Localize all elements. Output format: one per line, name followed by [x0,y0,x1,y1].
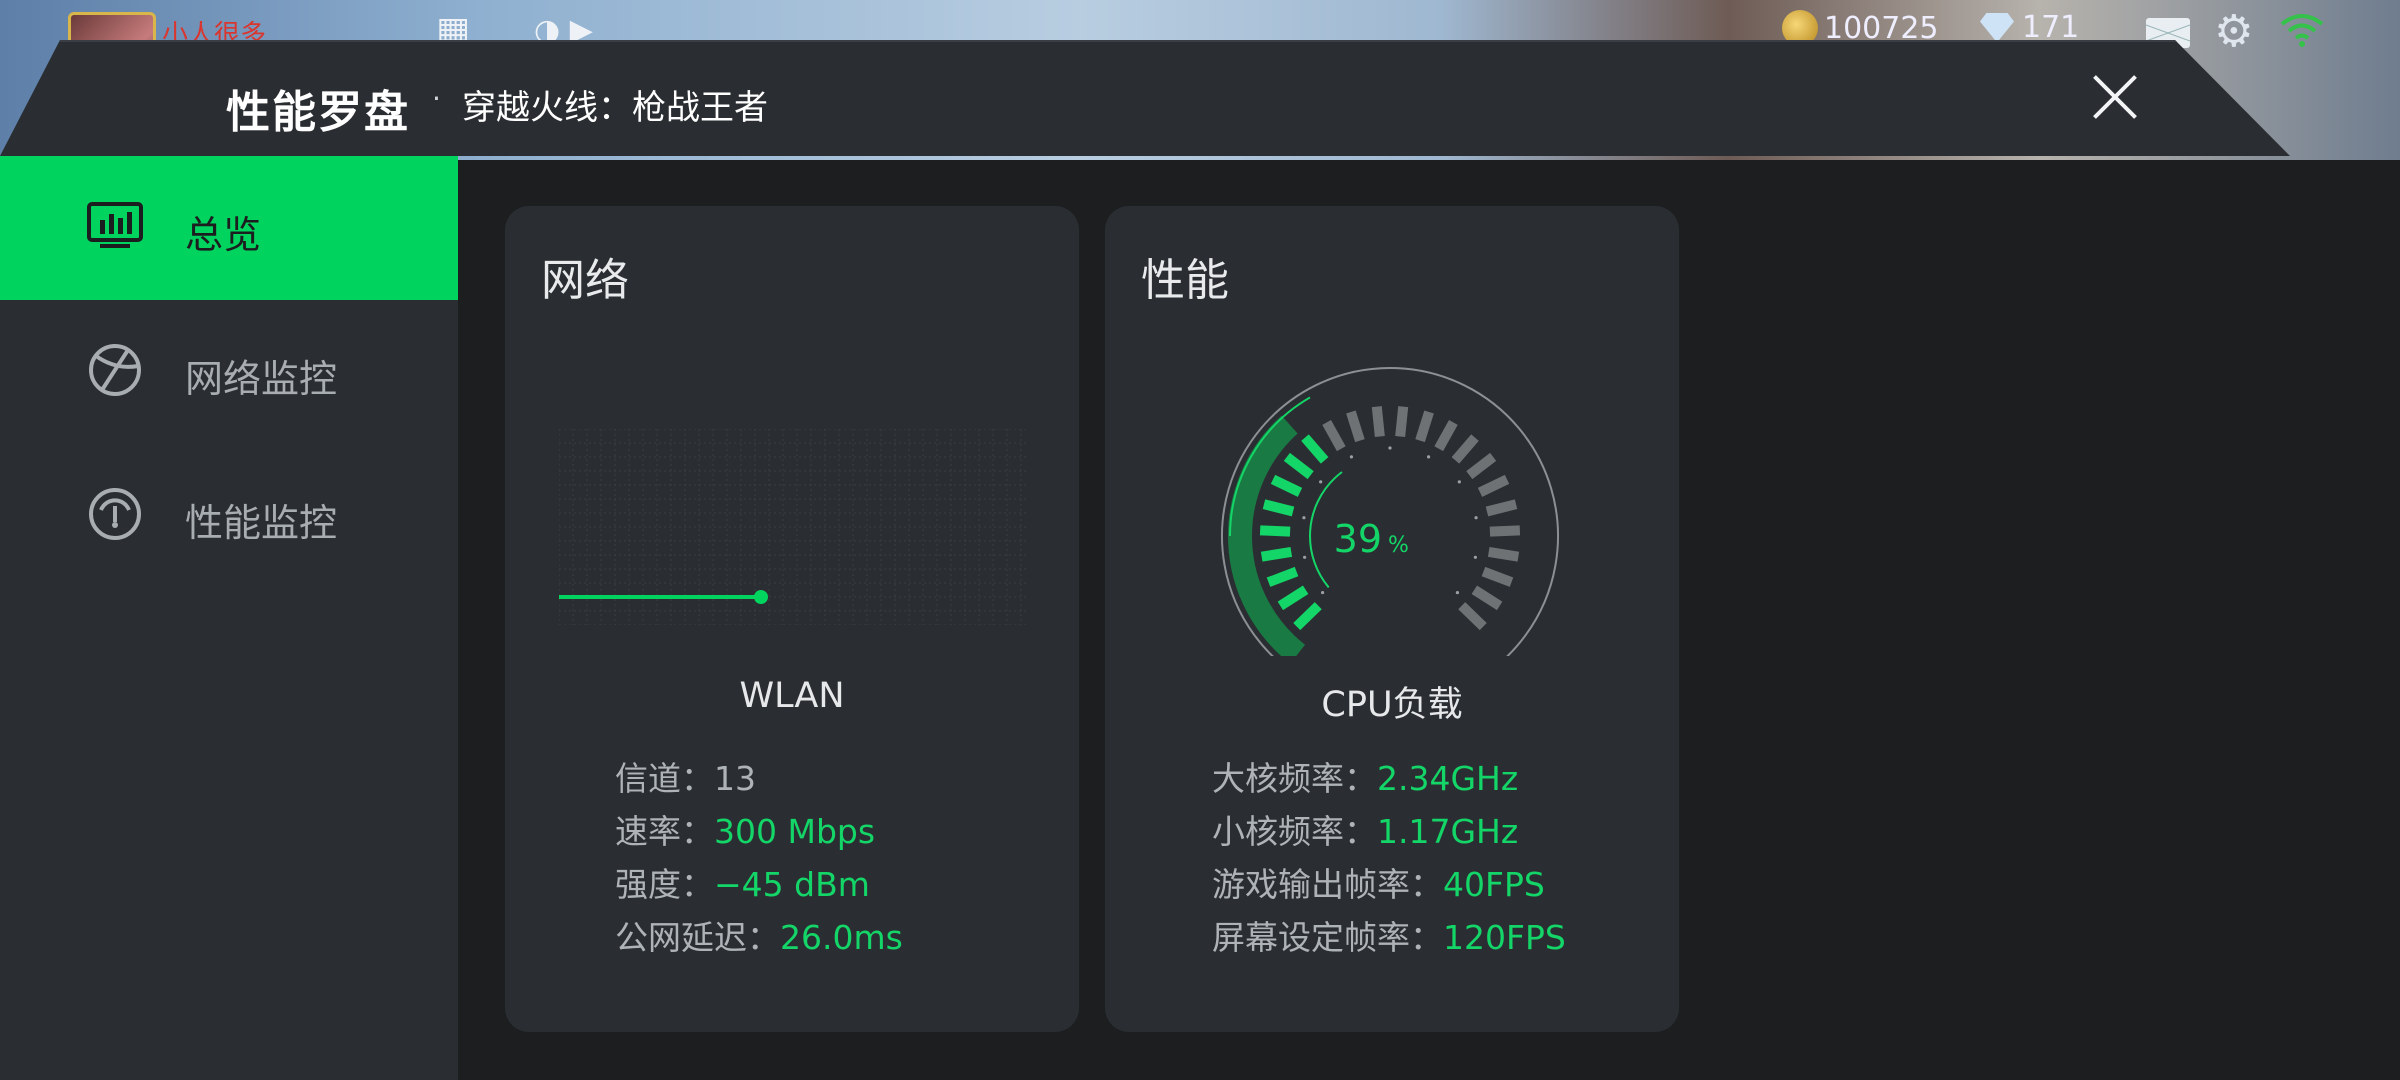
stat-label: 屏幕设定帧率： [1212,918,1443,957]
stat-label: 公网延迟： [615,918,780,957]
cpu-load-gauge: 39% [1221,367,1559,656]
stat-value: −45 dBm [714,865,870,904]
gauge-dot [1426,455,1431,459]
gauge-segments [1259,406,1521,631]
network-globe-icon [89,344,141,396]
gauge-segment-inactive [1415,410,1434,443]
gauge-segment-inactive [1395,406,1409,438]
gems-counter[interactable]: 171 [1980,10,2079,45]
stat-value: 1.17GHz [1377,812,1519,851]
perf-stat-game-fps: 游戏输出帧率：40FPS [1212,858,1566,911]
network-stat-latency: 公网延迟：26.0ms [615,911,903,964]
gauge-segment-inactive [1346,410,1365,443]
gauge-segment-inactive [1485,499,1518,517]
gauge-dot [1388,446,1392,450]
stat-label: 小核频率： [1212,812,1377,851]
stat-label: 游戏输出帧率： [1212,865,1443,904]
gauge-segment-inactive [1451,434,1479,464]
performance-compass-header: 性能罗盘 · 穿越火线：枪战王者 [0,40,2290,156]
sidebar-item-overview[interactable]: 总览 [0,156,458,300]
gauge-segment-active [1259,525,1291,537]
screen: V7 小人很多 LV ▦ ◑ ▶ 100725 171 ⚙ 性能罗盘 · 穿越火 [0,0,2400,1080]
network-stat-strength: 强度：−45 dBm [615,858,903,911]
sidebar-item-network-monitor[interactable]: 网络监控 [0,300,458,444]
wifi-signal-icon [2280,14,2324,47]
gauge-dot [1302,516,1306,520]
perf-stat-screen-fps: 屏幕设定帧率：120FPS [1212,911,1566,964]
cpu-load-label: CPU负载 [1321,685,1463,725]
gauge-segment-active [1283,452,1314,480]
sidebar: 总览 网络监控 性能监控 [0,156,458,1080]
network-card-title: 网络 [541,255,629,306]
gauge-segment-inactive [1477,474,1510,497]
cpu-load-value: 39 [1334,517,1382,561]
gauge-dot [1473,555,1477,559]
gauge-segment-inactive [1481,566,1514,587]
gem-icon [1980,12,2014,43]
gauge-segment-inactive [1487,546,1520,562]
gauge-dot [1474,516,1478,520]
stat-label: 速率： [615,812,714,851]
network-stat-rate: 速率：300 Mbps [615,805,903,858]
performance-card-title: 性能 [1141,255,1229,306]
close-button[interactable] [2086,68,2144,126]
gauge-icon [89,488,141,540]
gauge-dot [1303,555,1307,559]
settings-gear-icon[interactable]: ⚙ [2214,10,2253,54]
game-title: 穿越火线：枪战王者 [462,88,768,128]
perf-stat-little-core: 小核频率：1.17GHz [1212,805,1566,858]
page-title: 性能罗盘 [226,87,410,138]
stat-label: 信道： [615,759,714,798]
gauge-segment-active [1270,474,1303,497]
network-card[interactable]: 网络 WLAN 信道：13 速率：300 Mbps 强度：−45 dBm 公网延… [505,206,1079,1032]
gauge-segment-inactive [1489,525,1521,537]
perf-stat-big-core: 大核频率：2.34GHz [1212,752,1566,805]
stat-value: 120FPS [1443,918,1566,957]
monitor-chart-icon [87,202,143,248]
title-separator: · [432,82,441,115]
gems-value: 171 [2022,10,2080,45]
stat-label: 强度： [615,865,714,904]
gauge-segment-inactive [1471,585,1503,611]
gauge-segment-inactive [1322,420,1346,452]
gauge-segment-inactive [1458,602,1487,631]
gauge-segment-active [1262,499,1295,517]
gauge-dot [1319,480,1323,484]
gauge-dot [1457,480,1461,484]
latency-point [754,590,768,604]
performance-stats: 大核频率：2.34GHz 小核频率：1.17GHz 游戏输出帧率：40FPS 屏… [1212,752,1566,964]
sidebar-item-label: 网络监控 [185,357,338,401]
gauge-dot [1320,590,1325,595]
cpu-load-unit: % [1388,533,1409,558]
gauge-segment-active [1277,585,1309,611]
gauge-dot [1455,590,1460,595]
gauge-segment-active [1260,546,1293,562]
gauge-segment-active [1293,602,1322,631]
gauge-segment-active [1266,566,1299,587]
sidebar-item-label: 性能监控 [185,501,338,545]
gauge-segment-inactive [1434,420,1458,452]
stat-value: 40FPS [1443,865,1545,904]
sidebar-item-performance-monitor[interactable]: 性能监控 [0,444,458,588]
network-line-chart [559,429,1029,625]
stat-value: 2.34GHz [1377,759,1519,798]
network-stat-channel: 信道：13 [615,752,903,805]
network-type-label: WLAN [739,676,845,716]
gauge-dot [1349,455,1354,459]
gauge-segment-inactive [1466,452,1497,480]
performance-card[interactable]: 性能 39% CPU负载 大核频率：2.34GHz 小核频率：1.17GHz 游… [1105,206,1679,1032]
stat-value: 26.0ms [780,918,903,957]
gauge-segment-active [1301,434,1329,464]
network-stats: 信道：13 速率：300 Mbps 强度：−45 dBm 公网延迟：26.0ms [615,752,903,964]
stat-label: 大核频率： [1212,759,1377,798]
stat-value: 13 [714,759,756,798]
gauge-segment-inactive [1371,406,1385,438]
sidebar-item-label: 总览 [185,213,262,257]
stat-value: 300 Mbps [714,812,876,851]
